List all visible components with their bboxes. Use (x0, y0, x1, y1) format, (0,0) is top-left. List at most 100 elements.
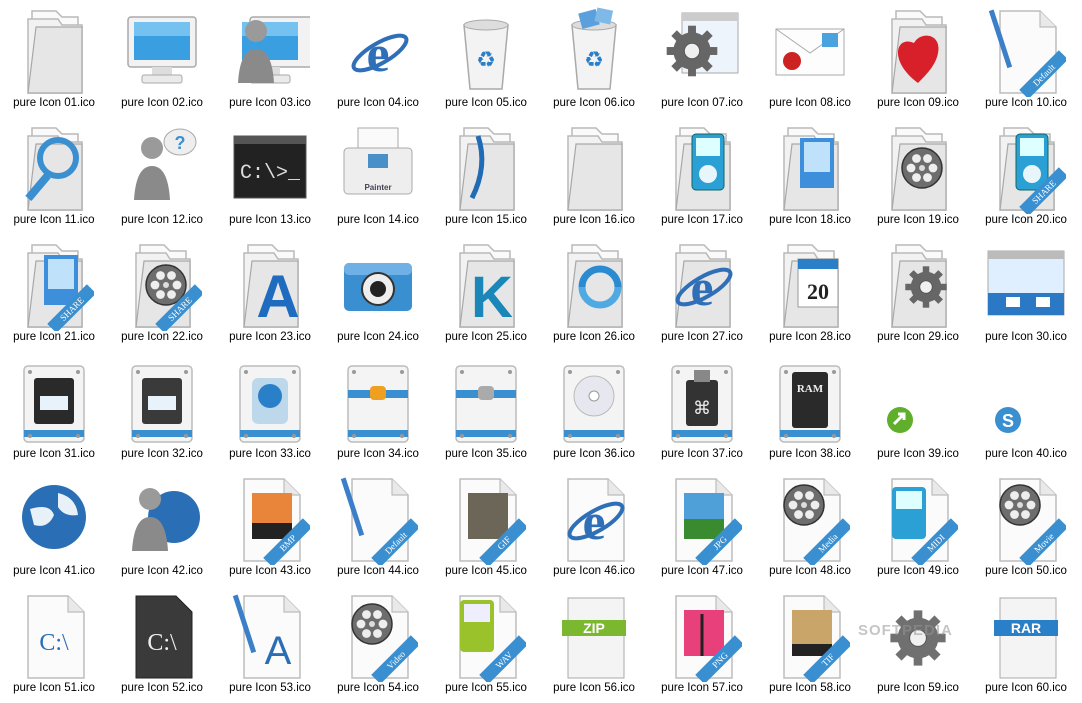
file-name-label: pure Icon 15.ico (445, 214, 527, 226)
svg-text:C:\: C:\ (147, 630, 177, 656)
file-item[interactable]: ♻ pure Icon 05.ico (432, 0, 540, 117)
file-name-label: pure Icon 32.ico (121, 448, 203, 460)
file-item[interactable]: pure Icon 03.ico (216, 0, 324, 117)
file-item[interactable]: Apure Icon 23.ico (216, 234, 324, 351)
file-item[interactable]: C:\ pure Icon 51.ico (0, 585, 108, 702)
shared-music-folder-icon: SHARE (986, 122, 1066, 214)
internet-explorer-icon: e (338, 5, 418, 97)
file-item[interactable]: ZIP pure Icon 56.ico (540, 585, 648, 702)
file-item[interactable]: pure Icon 31.ico (0, 351, 108, 468)
control-panel-gear-icon (662, 5, 742, 97)
file-name-label: pure Icon 55.ico (445, 682, 527, 694)
file-item[interactable]: ⌘ pure Icon 37.ico (648, 351, 756, 468)
file-item[interactable]: pure Icon 41.ico (0, 468, 108, 585)
file-item[interactable]: ? pure Icon 12.ico (108, 117, 216, 234)
file-item[interactable]: TIF pure Icon 58.ico (756, 585, 864, 702)
green-arrow-icon (878, 356, 958, 448)
file-item[interactable]: pure Icon 24.ico (324, 234, 432, 351)
camera-icon (338, 239, 418, 331)
file-item[interactable]: Spure Icon 40.ico (972, 351, 1080, 468)
file-item[interactable]: pure Icon 19.ico (864, 117, 972, 234)
file-item[interactable]: pure Icon 08.ico (756, 0, 864, 117)
file-name-label: pure Icon 46.ico (553, 565, 635, 577)
file-item[interactable]: pure Icon 01.ico (0, 0, 108, 117)
file-item[interactable]: C:\ pure Icon 52.ico (108, 585, 216, 702)
file-item[interactable]: pure Icon 26.ico (540, 234, 648, 351)
file-name-label: pure Icon 13.ico (229, 214, 311, 226)
file-item[interactable]: MIDI pure Icon 49.ico (864, 468, 972, 585)
file-item[interactable]: Default pure Icon 44.ico (324, 468, 432, 585)
file-name-label: pure Icon 56.ico (553, 682, 635, 694)
file-item[interactable]: pure Icon 07.ico (648, 0, 756, 117)
search-folder-icon (14, 122, 94, 214)
file-name-label: pure Icon 20.ico (985, 214, 1067, 226)
bmp-file-icon: BMP (230, 473, 310, 565)
file-item[interactable]: pure Icon 17.ico (648, 117, 756, 234)
file-item[interactable]: Kpure Icon 25.ico (432, 234, 540, 351)
help-user-icon: ? (122, 122, 202, 214)
file-item[interactable]: SHARE pure Icon 20.ico (972, 117, 1080, 234)
file-item[interactable]: Movie pure Icon 50.ico (972, 468, 1080, 585)
svg-text:⌘: ⌘ (693, 398, 711, 418)
file-item[interactable]: SHARE pure Icon 22.ico (108, 234, 216, 351)
file-name-label: pure Icon 60.ico (985, 682, 1067, 694)
file-item[interactable]: GIF pure Icon 45.ico (432, 468, 540, 585)
file-item[interactable]: Media pure Icon 48.ico (756, 468, 864, 585)
file-item[interactable]: pure Icon 09.ico (864, 0, 972, 117)
file-name-label: pure Icon 01.ico (13, 97, 95, 109)
file-item[interactable]: 20 pure Icon 28.ico (756, 234, 864, 351)
font-file-icon: A (230, 590, 310, 682)
svg-text:Painter: Painter (364, 183, 391, 192)
file-name-label: pure Icon 03.ico (229, 97, 311, 109)
file-item[interactable]: pure Icon 15.ico (432, 117, 540, 234)
file-item[interactable]: PNG pure Icon 57.ico (648, 585, 756, 702)
file-name-label: pure Icon 42.ico (121, 565, 203, 577)
wav-file-icon: WAV (446, 590, 526, 682)
file-name-label: pure Icon 37.ico (661, 448, 743, 460)
file-item[interactable]: pure Icon 11.ico (0, 117, 108, 234)
default-document-pencil-icon: Default (986, 5, 1066, 97)
file-item[interactable]: SHARE pure Icon 21.ico (0, 234, 108, 351)
svg-text:e: e (366, 26, 389, 83)
file-item[interactable]: ♻ pure Icon 06.ico (540, 0, 648, 117)
file-item[interactable]: WAV pure Icon 55.ico (432, 585, 540, 702)
file-item[interactable]: pure Icon 18.ico (756, 117, 864, 234)
file-item[interactable]: e pure Icon 04.ico (324, 0, 432, 117)
file-item[interactable]: C:\>_ pure Icon 13.ico (216, 117, 324, 234)
file-item[interactable]: Painter pure Icon 14.ico (324, 117, 432, 234)
file-item[interactable]: pure Icon 33.ico (216, 351, 324, 468)
file-item[interactable]: RAR pure Icon 60.ico (972, 585, 1080, 702)
file-item[interactable]: pure Icon 36.ico (540, 351, 648, 468)
file-name-label: pure Icon 35.ico (445, 448, 527, 460)
fonts-folder-icon: A (230, 239, 310, 331)
file-item[interactable]: pure Icon 30.ico (972, 234, 1080, 351)
file-item[interactable]: Apure Icon 53.ico (216, 585, 324, 702)
blue-s-icon: S (986, 356, 1066, 448)
file-name-label: pure Icon 41.ico (13, 565, 95, 577)
file-name-label: pure Icon 14.ico (337, 214, 419, 226)
file-item[interactable]: JPG pure Icon 47.ico (648, 468, 756, 585)
file-item[interactable]: pure Icon 16.ico (540, 117, 648, 234)
file-name-label: pure Icon 31.ico (13, 448, 95, 460)
file-item[interactable]: Video pure Icon 54.ico (324, 585, 432, 702)
file-item[interactable]: pure Icon 59.ico (864, 585, 972, 702)
file-item[interactable]: pure Icon 42.ico (108, 468, 216, 585)
file-item[interactable]: BMP pure Icon 43.ico (216, 468, 324, 585)
file-item[interactable]: Default pure Icon 10.ico (972, 0, 1080, 117)
file-item[interactable]: pure Icon 02.ico (108, 0, 216, 117)
file-item[interactable]: pure Icon 39.ico (864, 351, 972, 468)
file-item[interactable]: e pure Icon 27.ico (648, 234, 756, 351)
hard-drive-icon (230, 356, 310, 448)
file-item[interactable]: pure Icon 29.ico (864, 234, 972, 351)
svg-text:A: A (265, 629, 292, 673)
file-name-label: pure Icon 33.ico (229, 448, 311, 460)
file-item[interactable]: pure Icon 32.ico (108, 351, 216, 468)
svg-text:20: 20 (807, 279, 829, 304)
file-item[interactable]: e pure Icon 46.ico (540, 468, 648, 585)
file-name-label: pure Icon 23.ico (229, 331, 311, 343)
k-folder-icon: K (446, 239, 526, 331)
file-item[interactable]: RAM pure Icon 38.ico (756, 351, 864, 468)
file-name-label: pure Icon 49.ico (877, 565, 959, 577)
file-item[interactable]: pure Icon 35.ico (432, 351, 540, 468)
file-item[interactable]: pure Icon 34.ico (324, 351, 432, 468)
